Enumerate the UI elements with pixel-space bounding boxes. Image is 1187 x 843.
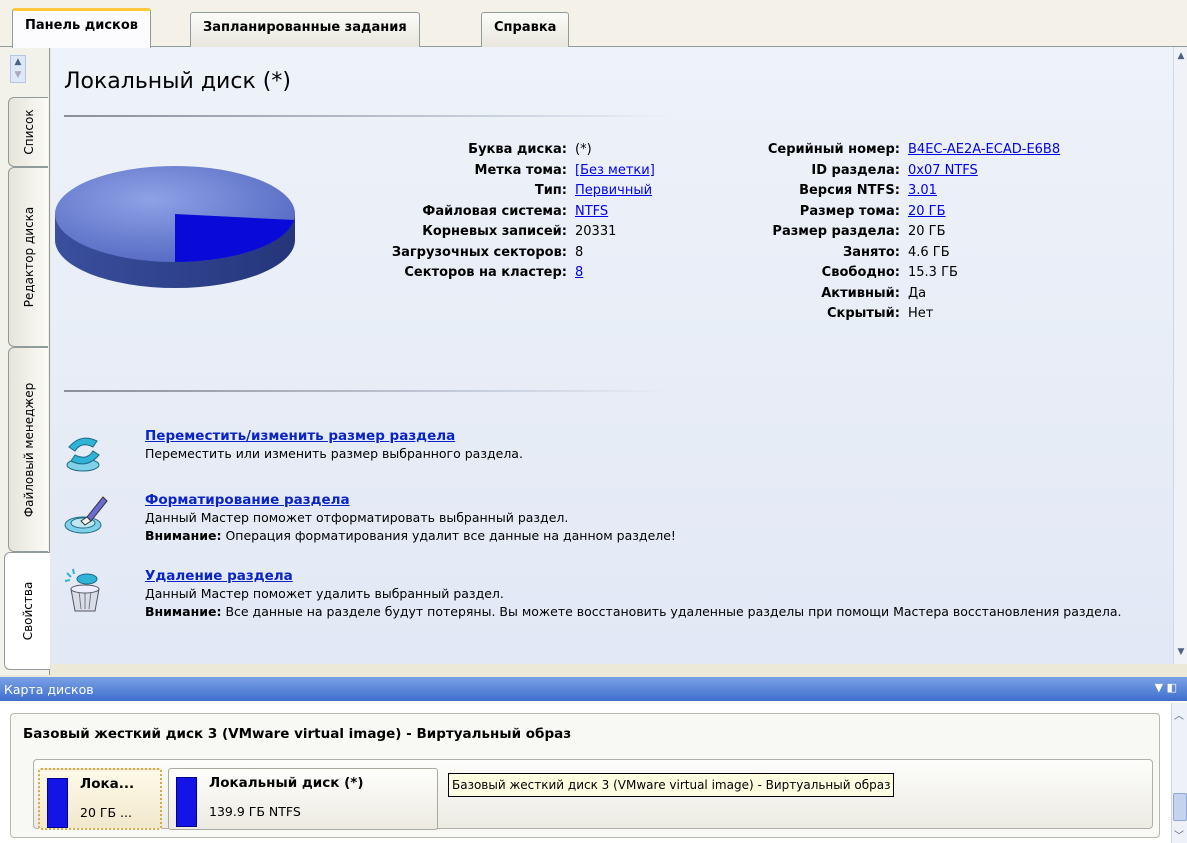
side-tab-strip: ▲ ▼ Список Редактор диска Файловый менед…: [0, 47, 50, 675]
disk-map-title: Карта дисков: [4, 682, 94, 697]
resize-partition-icon: [66, 437, 100, 472]
property-right-value: Нет: [908, 306, 934, 321]
side-tab-list[interactable]: Список: [8, 97, 48, 167]
format-partition-link[interactable]: Форматирование раздела: [145, 491, 1145, 509]
delete-partition-link[interactable]: Удаление раздела: [145, 567, 1145, 585]
page-title: Локальный диск (*): [64, 69, 291, 94]
tab-scheduled-tasks[interactable]: Запланированные задания: [190, 12, 420, 47]
resize-partition-link[interactable]: Переместить/изменить размер раздела: [145, 427, 1145, 445]
partition-name: Лока...: [80, 776, 135, 792]
property-right-value[interactable]: B4EC-AE2A-ECAD-E6B8: [908, 142, 1060, 157]
property-right-value: Да: [908, 285, 927, 301]
resize-partition-desc: Переместить или изменить размер выбранно…: [145, 446, 523, 461]
action-resize: Переместить/изменить размер раздела Пере…: [61, 427, 1161, 487]
property-right-value[interactable]: 0x07 NTFS: [908, 163, 978, 178]
disk-map: Базовый жесткий диск 3 (VMware virtual i…: [0, 701, 1187, 843]
action-delete: Удаление раздела Данный Мастер поможет у…: [61, 567, 1161, 657]
divider: [64, 390, 671, 392]
property-right-value[interactable]: 3.01: [908, 183, 937, 198]
disk-tooltip: Базовый жесткий диск 3 (VMware virtual i…: [448, 773, 895, 797]
chevron-up-icon[interactable]: ▲: [1175, 51, 1187, 61]
chevron-down-icon: ▼: [14, 70, 22, 80]
property-right-label: Серийный номер:: [767, 142, 900, 157]
side-tab-disk-editor[interactable]: Редактор диска: [8, 167, 48, 347]
partition-block-1[interactable]: Лока... 20 ГБ ...: [38, 768, 162, 830]
tab-help[interactable]: Справка: [481, 12, 570, 47]
property-right-label: Размер тома:: [799, 203, 900, 219]
property-right-label: Версия NTFS:: [799, 183, 900, 198]
format-partition-desc: Данный Мастер поможет отформатировать вы…: [145, 510, 569, 525]
action-format: Форматирование раздела Данный Мастер пом…: [61, 491, 1161, 561]
chevron-up-icon: ▲: [14, 57, 22, 67]
partition-color-swatch: [47, 778, 68, 828]
scroll-thumb[interactable]: [1173, 793, 1187, 821]
properties-panel: Локальный диск (*) Буква диска: (*) Метка …: [51, 47, 1173, 664]
format-warning-text: Операция форматирования удалит все данны…: [225, 528, 676, 543]
property-right-value: 4.6 ГБ: [908, 244, 950, 260]
property-right-value: 15.3 ГБ: [908, 265, 958, 280]
property-right-label: Занято:: [842, 244, 900, 260]
property-right-label: ID раздела:: [811, 162, 900, 178]
tab-disk-panel[interactable]: Панель дисков: [12, 8, 152, 48]
main-scrollbar[interactable]: ▲ ▼: [1173, 47, 1187, 664]
delete-partition-icon: [64, 568, 100, 612]
format-warning-label: Внимание:: [145, 528, 222, 543]
partition-info: 139.9 ГБ NTFS: [209, 804, 301, 819]
side-scroll-button[interactable]: ▲ ▼: [10, 55, 26, 83]
pin-icon[interactable]: ▼ ◧: [1155, 681, 1177, 694]
chevron-down-icon[interactable]: ▼: [1175, 647, 1187, 657]
property-right-label: Активный:: [821, 285, 900, 301]
delete-partition-desc: Данный Мастер поможет удалить выбранный …: [145, 586, 504, 601]
chevron-down-icon[interactable]: ﹀: [1174, 827, 1184, 842]
disk-map-header: Карта дисков ▼ ◧: [0, 677, 1187, 701]
side-tab-properties[interactable]: Свойства: [4, 552, 50, 670]
property-right-label: Скрытый:: [826, 306, 900, 321]
delete-warning-text: Все данные на разделе будут потеряны. Вы…: [225, 604, 1122, 619]
partition-block-2[interactable]: Локальный диск (*) 139.9 ГБ NTFS: [168, 768, 438, 830]
partition-color-swatch: [176, 777, 197, 827]
divider: [64, 115, 671, 117]
disk-title: Базовый жесткий диск 3 (VMware virtual i…: [23, 726, 572, 742]
delete-warning-label: Внимание:: [145, 604, 222, 619]
partition-name: Локальный диск (*): [209, 775, 364, 791]
properties-right: Серийный номер: B4EC-AE2A-ECAD-E6B8 ID раз…: [51, 142, 1151, 372]
property-right-label: Размер раздела:: [772, 224, 900, 239]
side-tab-file-manager[interactable]: Файловый менеджер: [8, 347, 48, 552]
property-right-label: Свободно:: [821, 265, 900, 280]
disk-map-scrollbar[interactable]: ︿ ﹀: [1171, 703, 1187, 843]
property-right-value: 20 ГБ: [908, 224, 946, 239]
chevron-up-icon[interactable]: ︿: [1174, 707, 1184, 722]
format-partition-icon: [64, 496, 108, 534]
property-right-value[interactable]: 20 ГБ: [908, 204, 946, 219]
partition-info: 20 ГБ ...: [80, 805, 132, 820]
top-tab-bar: Панель дисков Запланированные задания Сп…: [0, 0, 1187, 48]
